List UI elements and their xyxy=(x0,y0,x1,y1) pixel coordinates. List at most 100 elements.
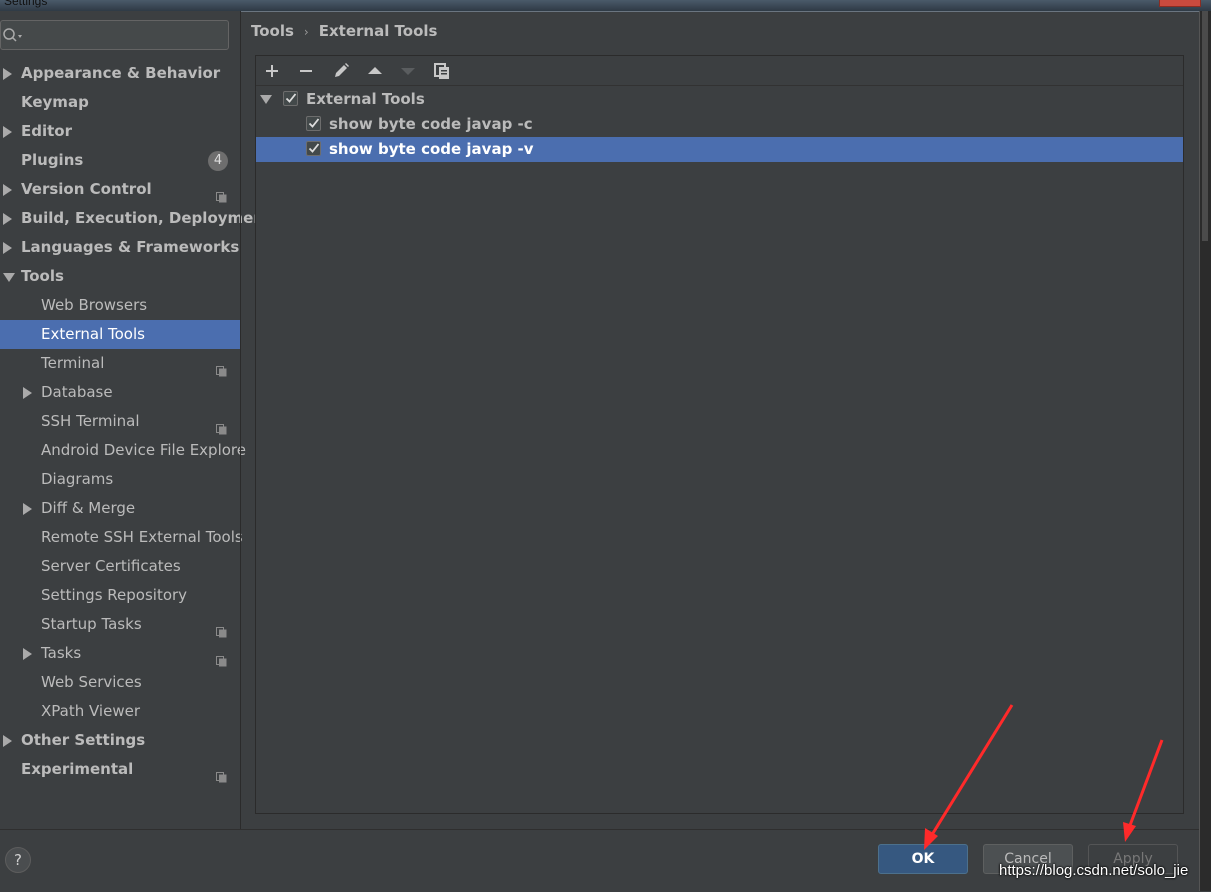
background-window-edge xyxy=(1199,11,1211,891)
chevron-right-icon[interactable] xyxy=(3,126,12,138)
sidebar-item-remote-ssh-external-tools[interactable]: Remote SSH External Tools xyxy=(0,523,243,552)
project-settings-icon xyxy=(216,184,227,203)
chevron-right-icon[interactable] xyxy=(3,242,12,254)
sidebar-item-diff-merge[interactable]: Diff & Merge xyxy=(0,494,240,523)
sidebar-item-label: Settings Repository xyxy=(41,586,188,604)
sidebar-item-label: Diagrams xyxy=(41,470,114,488)
settings-search-field[interactable] xyxy=(0,20,229,50)
breadcrumb: Tools › External Tools xyxy=(251,20,437,42)
sidebar-item-android-device-file-explore[interactable]: Android Device File Explore xyxy=(0,436,246,465)
chevron-right-icon[interactable] xyxy=(23,387,32,399)
move-down-button[interactable] xyxy=(398,61,418,81)
sidebar-item-label: Other Settings xyxy=(21,731,146,749)
tools-group-checkbox[interactable] xyxy=(283,91,298,106)
edit-icon xyxy=(335,63,349,77)
move-up-button[interactable] xyxy=(365,61,385,81)
help-button[interactable]: ? xyxy=(5,847,31,873)
sidebar-item-label: Diff & Merge xyxy=(41,499,136,517)
chevron-down-icon[interactable] xyxy=(260,95,272,104)
dialog-footer: ? OK Cancel Apply xyxy=(0,829,1199,892)
sidebar-item-label: Web Services xyxy=(41,673,142,691)
sidebar-item-label: Startup Tasks xyxy=(41,615,142,633)
sidebar-item-terminal[interactable]: Terminal xyxy=(0,349,240,378)
tool-item-row-selected[interactable]: show byte code javap -v xyxy=(256,137,1183,162)
sidebar-item-label: Appearance & Behavior xyxy=(21,64,221,82)
add-button[interactable] xyxy=(262,61,282,81)
sidebar-item-label: Remote SSH External Tools xyxy=(41,528,243,546)
tool-item-checkbox[interactable] xyxy=(306,116,321,131)
sidebar-item-startup-tasks[interactable]: Startup Tasks xyxy=(0,610,240,639)
sidebar-item-label: Plugins xyxy=(21,151,84,169)
sidebar-item-label: Version Control xyxy=(21,180,152,198)
tools-toolbar xyxy=(256,56,1183,86)
sidebar-item-version-control[interactable]: Version Control xyxy=(0,175,240,204)
tool-item-label: show byte code javap -c xyxy=(329,115,533,133)
sidebar-item-web-services[interactable]: Web Services xyxy=(0,668,240,697)
sidebar-divider xyxy=(240,11,241,829)
edit-button[interactable] xyxy=(331,61,351,81)
project-settings-icon xyxy=(216,619,227,638)
chevron-down-icon[interactable] xyxy=(3,273,15,282)
sidebar-item-external-tools[interactable]: External Tools xyxy=(0,320,240,349)
breadcrumb-current: External Tools xyxy=(318,22,438,40)
project-settings-icon xyxy=(216,416,227,435)
tool-item-checkbox[interactable] xyxy=(306,141,321,156)
sidebar-item-plugins[interactable]: Plugins 4 xyxy=(0,146,240,175)
sidebar-item-label: Languages & Frameworks xyxy=(21,238,240,256)
chevron-right-icon[interactable] xyxy=(23,503,32,515)
sidebar-item-xpath-viewer[interactable]: XPath Viewer xyxy=(0,697,240,726)
sidebar-item-experimental[interactable]: Experimental xyxy=(0,755,240,784)
add-icon xyxy=(266,65,278,77)
chevron-right-icon[interactable] xyxy=(3,184,12,196)
sidebar-item-languages-frameworks[interactable]: Languages & Frameworks xyxy=(0,233,240,262)
sidebar-item-appearance-behavior[interactable]: Appearance & Behavior xyxy=(0,59,240,88)
sidebar-item-editor[interactable]: Editor xyxy=(0,117,240,146)
sidebar-item-label: XPath Viewer xyxy=(41,702,140,720)
copy-icon xyxy=(434,63,449,79)
sidebar-item-label: Android Device File Explore xyxy=(41,441,246,459)
tool-item-label: show byte code javap -v xyxy=(329,140,534,158)
sidebar-item-label: Keymap xyxy=(21,93,89,111)
checkmark-icon xyxy=(308,118,320,128)
sidebar-item-diagrams[interactable]: Diagrams xyxy=(0,465,240,494)
sidebar-item-ssh-terminal[interactable]: SSH Terminal xyxy=(0,407,240,436)
search-input[interactable] xyxy=(27,24,226,48)
sidebar-item-build-execution-deployment[interactable]: Build, Execution, Deployment xyxy=(0,204,271,233)
window-title: Settings xyxy=(4,0,48,8)
checkmark-icon xyxy=(285,93,297,103)
chevron-right-icon[interactable] xyxy=(3,213,12,225)
sidebar-item-tools[interactable]: Tools xyxy=(0,262,240,291)
sidebar-item-label: Tasks xyxy=(41,644,82,662)
tools-group-label: External Tools xyxy=(306,90,425,108)
watermark: https://blog.csdn.net/solo_jie xyxy=(999,862,1189,879)
chevron-right-icon[interactable] xyxy=(23,648,32,660)
sidebar-item-other-settings[interactable]: Other Settings xyxy=(0,726,240,755)
sidebar-item-settings-repository[interactable]: Settings Repository xyxy=(0,581,240,610)
breadcrumb-parent[interactable]: Tools xyxy=(251,22,294,40)
sidebar-item-label: SSH Terminal xyxy=(41,412,140,430)
tools-group-row[interactable]: External Tools xyxy=(256,87,1183,112)
window-close-button[interactable] xyxy=(1159,0,1201,7)
project-settings-icon xyxy=(216,358,227,377)
sidebar-item-web-browsers[interactable]: Web Browsers xyxy=(0,291,240,320)
sidebar-item-server-certificates[interactable]: Server Certificates xyxy=(0,552,240,581)
remove-icon xyxy=(300,70,312,72)
chevron-right-icon[interactable] xyxy=(3,735,12,747)
remove-button[interactable] xyxy=(296,61,316,81)
external-tools-panel: External Tools show byte code javap -c s… xyxy=(255,55,1184,814)
sidebar-item-label: Experimental xyxy=(21,760,134,778)
tool-item-row[interactable]: show byte code javap -c xyxy=(256,112,1183,137)
plugins-updates-badge: 4 xyxy=(208,151,228,171)
settings-sidebar: Appearance & Behavior Keymap Editor Plugins… xyxy=(0,11,271,829)
sidebar-item-keymap[interactable]: Keymap xyxy=(0,88,240,117)
background-scrollbar xyxy=(1202,11,1208,241)
sidebar-item-label: Web Browsers xyxy=(41,296,148,314)
move-up-icon xyxy=(368,67,382,74)
sidebar-item-label: Build, Execution, Deployment xyxy=(21,209,272,227)
chevron-right-icon[interactable] xyxy=(3,68,12,80)
sidebar-item-tasks[interactable]: Tasks xyxy=(0,639,240,668)
copy-button[interactable] xyxy=(432,61,452,81)
ok-button[interactable]: OK xyxy=(878,844,968,874)
sidebar-item-database[interactable]: Database xyxy=(0,378,240,407)
project-settings-icon xyxy=(216,648,227,667)
